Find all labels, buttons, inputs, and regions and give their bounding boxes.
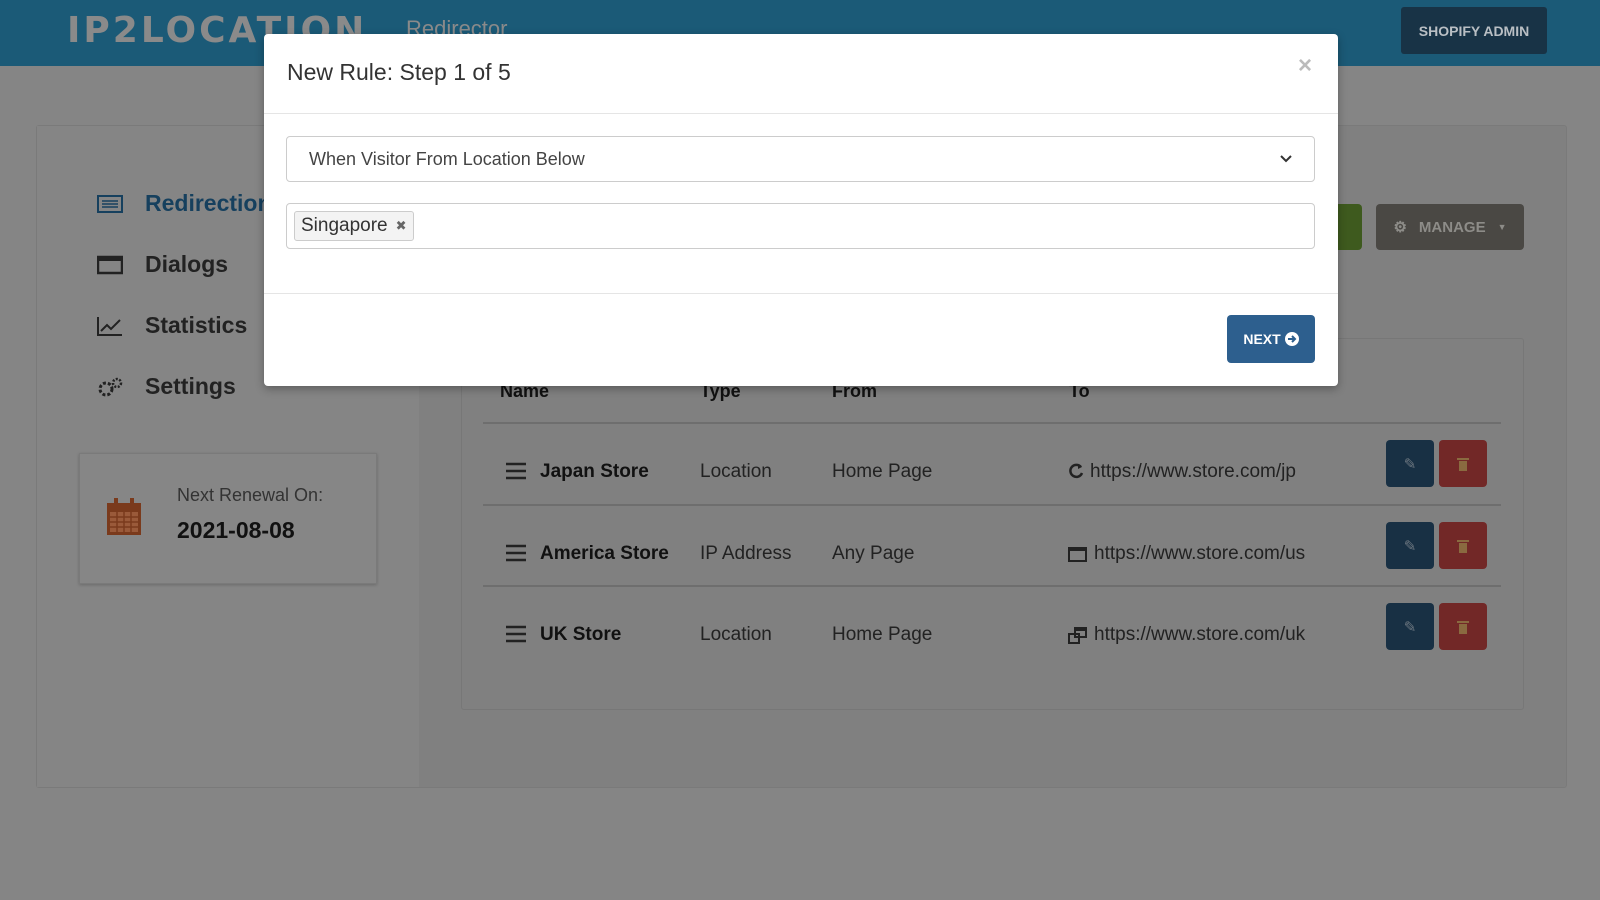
list-icon bbox=[97, 194, 123, 213]
window-icon bbox=[1068, 547, 1087, 562]
pencil-icon: ✎ bbox=[1403, 618, 1417, 636]
sidebar-item-label: Redirection bbox=[145, 190, 272, 216]
divider bbox=[264, 293, 1338, 294]
rule-type: Location bbox=[700, 624, 772, 645]
rule-destination-url[interactable]: https://www.store.com/jp bbox=[1090, 461, 1296, 483]
delete-button[interactable] bbox=[1439, 603, 1487, 650]
gear-icon: ⚙ bbox=[1393, 219, 1407, 236]
rule-from: Any Page bbox=[832, 543, 915, 564]
rule-from: Home Page bbox=[832, 461, 933, 482]
rule-name: America Store bbox=[540, 543, 669, 564]
location-tags-input[interactable]: Singapore ✖ bbox=[286, 203, 1315, 249]
sidebar-item-label: Statistics bbox=[145, 312, 248, 338]
tag-label: Singapore bbox=[301, 215, 388, 236]
edit-button[interactable]: ✎ bbox=[1386, 603, 1434, 650]
rule-name: Japan Store bbox=[540, 461, 649, 482]
trash-icon bbox=[1457, 457, 1469, 471]
gears-icon bbox=[98, 377, 123, 396]
delete-button[interactable] bbox=[1439, 522, 1487, 569]
sidebar-item-dialogs[interactable]: Dialogs bbox=[97, 251, 228, 278]
rule-name: UK Store bbox=[540, 624, 622, 645]
next-label: NEXT bbox=[1243, 331, 1281, 347]
sidebar-item-redirection[interactable]: Redirection bbox=[97, 190, 272, 217]
condition-select-value: When Visitor From Location Below bbox=[309, 148, 585, 169]
calendar-icon bbox=[107, 498, 141, 535]
divider bbox=[264, 113, 1338, 114]
drag-handle-icon[interactable] bbox=[505, 544, 527, 562]
renewal-date: 2021-08-08 bbox=[177, 517, 295, 543]
sidebar-item-label: Dialogs bbox=[145, 251, 229, 277]
sidebar-item-statistics[interactable]: Statistics bbox=[97, 312, 247, 339]
manage-dropdown[interactable]: ⚙ MANAGE ▼ bbox=[1376, 204, 1524, 250]
chevron-down-icon bbox=[1280, 155, 1292, 163]
manage-label: MANAGE bbox=[1418, 218, 1486, 236]
shopify-admin-button[interactable]: SHOPIFY ADMIN bbox=[1401, 7, 1547, 54]
new-window-icon bbox=[1068, 627, 1087, 644]
arrow-circle-right-icon bbox=[1284, 332, 1299, 346]
new-rule-modal: New Rule: Step 1 of 5 × When Visitor Fro… bbox=[264, 34, 1338, 386]
edit-button[interactable]: ✎ bbox=[1386, 440, 1434, 487]
modal-title: New Rule: Step 1 of 5 bbox=[287, 59, 511, 85]
rule-type: IP Address bbox=[700, 543, 792, 564]
table-row bbox=[483, 586, 1501, 666]
drag-handle-icon[interactable] bbox=[505, 625, 527, 643]
drag-handle-icon[interactable] bbox=[505, 462, 527, 480]
close-button[interactable]: × bbox=[1298, 52, 1312, 80]
trash-icon bbox=[1457, 620, 1469, 634]
caret-down-icon: ▼ bbox=[1497, 222, 1507, 232]
pencil-icon: ✎ bbox=[1403, 537, 1417, 555]
renewal-card: Next Renewal On: 2021-08-08 bbox=[79, 453, 377, 584]
line-chart-icon bbox=[97, 316, 122, 336]
remove-tag-icon[interactable]: ✖ bbox=[396, 218, 407, 234]
sidebar-item-label: Settings bbox=[145, 373, 236, 399]
rule-destination-url[interactable]: https://www.store.com/us bbox=[1094, 543, 1305, 565]
renewal-label: Next Renewal On: bbox=[177, 485, 324, 505]
refresh-icon bbox=[1069, 463, 1084, 479]
rule-type: Location bbox=[700, 461, 772, 482]
trash-icon bbox=[1457, 539, 1469, 553]
next-button[interactable]: NEXT bbox=[1227, 315, 1315, 363]
sidebar-item-settings[interactable]: Settings bbox=[97, 373, 236, 400]
tag-singapore: Singapore ✖ bbox=[294, 211, 414, 241]
delete-button[interactable] bbox=[1439, 440, 1487, 487]
condition-select[interactable]: When Visitor From Location Below bbox=[286, 136, 1315, 182]
pencil-icon: ✎ bbox=[1403, 455, 1417, 473]
rule-from: Home Page bbox=[832, 624, 933, 645]
window-icon bbox=[97, 255, 123, 274]
rule-destination-url[interactable]: https://www.store.com/uk bbox=[1094, 624, 1305, 646]
edit-button[interactable]: ✎ bbox=[1386, 522, 1434, 569]
